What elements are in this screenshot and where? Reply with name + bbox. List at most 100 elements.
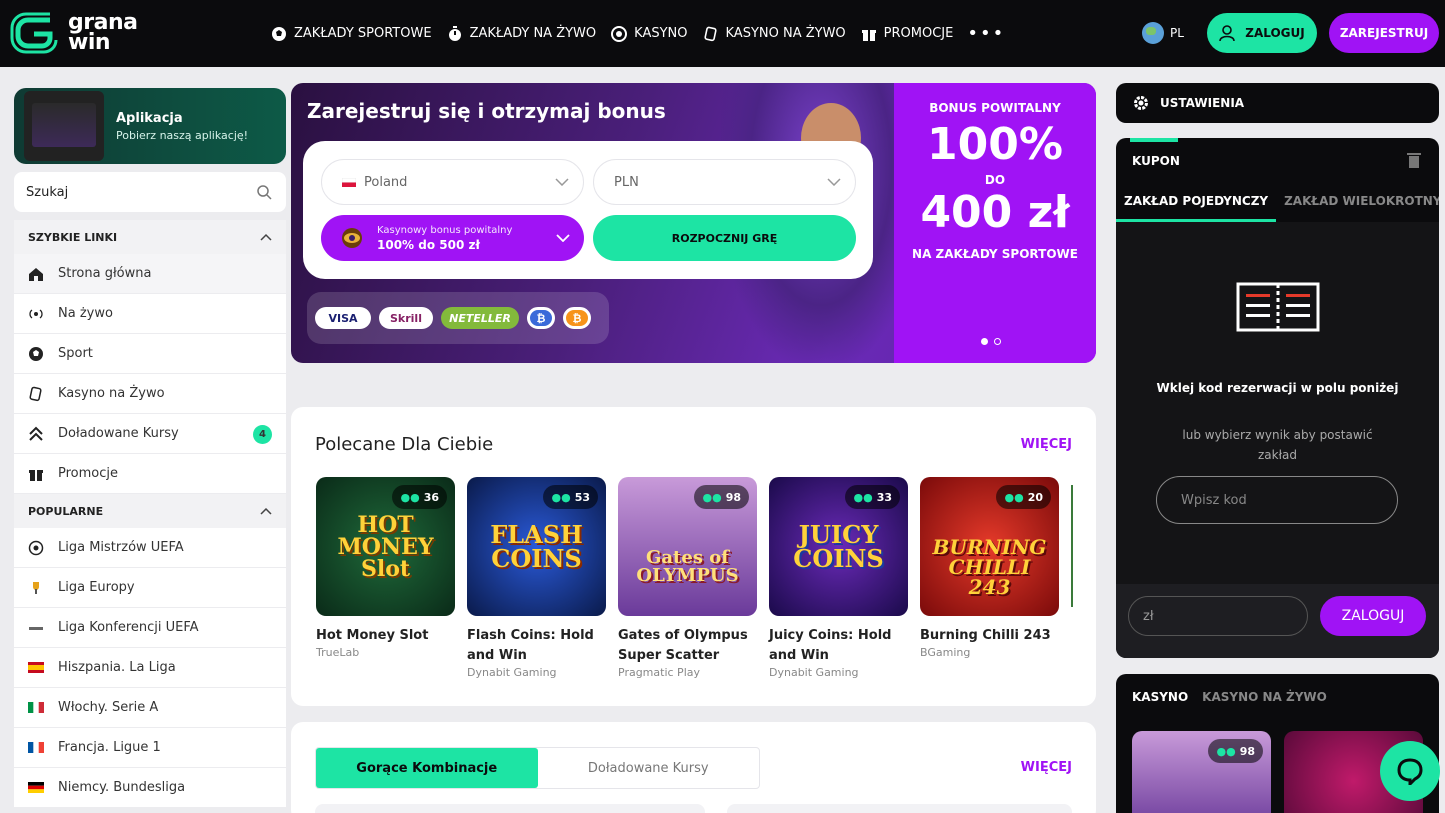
app-phone-image bbox=[24, 91, 104, 161]
start-game-button[interactable]: ROZPOCZNIJ GRĘ bbox=[593, 215, 856, 261]
nav-label: KASYNO bbox=[634, 26, 688, 41]
nav-promotions[interactable]: PROMOCJE bbox=[860, 25, 954, 43]
logo[interactable]: grana win bbox=[10, 10, 138, 56]
sidebar-item-label: Kasyno na Żywo bbox=[58, 386, 165, 401]
bonus-select[interactable]: Kasynowy bonus powitalny 100% do 500 zł bbox=[321, 215, 584, 261]
player-count: ●● 98 bbox=[1208, 739, 1263, 763]
carousel-dot[interactable] bbox=[994, 338, 1001, 345]
sidebar-item-home[interactable]: Strona główna bbox=[14, 254, 286, 294]
sidebar-item-boosted-odds[interactable]: Doładowane Kursy 4 bbox=[14, 414, 286, 454]
game-thumbnail[interactable]: ●● 33 JUICY COINS bbox=[769, 477, 908, 616]
nav-live-casino[interactable]: KASYNO NA ŻYWO bbox=[702, 25, 846, 43]
nav-casino[interactable]: KASYNO bbox=[610, 25, 688, 43]
quick-links-section: SZYBKIE LINKI Strona główna Na żywo Spor… bbox=[14, 220, 286, 808]
more-link[interactable]: WIĘCEJ bbox=[1021, 760, 1072, 775]
sidebar-item-sport[interactable]: Sport bbox=[14, 334, 286, 374]
tab-hot-combos[interactable]: Gorące Kombinacje bbox=[316, 748, 538, 788]
main-nav: ZAKŁADY SPORTOWE ZAKŁADY NA ŻYWO KASYNO … bbox=[270, 0, 1005, 67]
trash-icon[interactable] bbox=[1407, 152, 1421, 168]
game-thumbnail[interactable]: ●● 20 BURNING CHILLI 243 bbox=[920, 477, 1059, 616]
nav-label: PROMOCJE bbox=[883, 26, 954, 41]
sidebar-item-label: Liga Europy bbox=[58, 580, 135, 595]
neteller-logo: NETELLER bbox=[441, 307, 519, 329]
game-card[interactable]: ●● 98 Gates of OLYMPUS Gates of Olympus S… bbox=[618, 477, 757, 679]
chat-button[interactable] bbox=[1380, 741, 1440, 801]
settings-label: USTAWIENIA bbox=[1160, 96, 1245, 110]
country-select[interactable]: Poland bbox=[321, 159, 584, 205]
nav-live-betting[interactable]: ZAKŁADY NA ŻYWO bbox=[446, 25, 597, 43]
more-link[interactable]: WIĘCEJ bbox=[1021, 437, 1072, 452]
register-button[interactable]: ZAREJESTRUJ bbox=[1329, 13, 1439, 53]
game-art-text: FLASH COINS bbox=[490, 519, 583, 573]
sidebar-item-conference-league[interactable]: Liga Konferencji UEFA bbox=[14, 608, 286, 648]
search-icon[interactable] bbox=[256, 184, 272, 200]
carousel-dot[interactable] bbox=[981, 338, 988, 345]
top-bar: grana win ZAKŁADY SPORTOWE ZAKŁADY NA ŻY… bbox=[0, 0, 1445, 67]
players-icon: ●● bbox=[702, 490, 722, 504]
chevron-down-icon bbox=[556, 234, 570, 242]
combo-card[interactable] bbox=[315, 804, 705, 813]
settings-button[interactable]: USTAWIENIA bbox=[1116, 83, 1439, 123]
gear-icon bbox=[1134, 96, 1148, 110]
sidebar-item-live[interactable]: Na żywo bbox=[14, 294, 286, 334]
game-card[interactable]: ●● 53 FLASH COINS Flash Coins: Hold and W… bbox=[467, 477, 606, 679]
game-thumbnail[interactable]: ●● 36 HOT MONEY Slot bbox=[316, 477, 455, 616]
nav-sports-betting[interactable]: ZAKŁADY SPORTOWE bbox=[270, 25, 432, 43]
booking-code-input[interactable]: Wpisz kod bbox=[1156, 476, 1398, 524]
bonus-amount: 400 zł bbox=[920, 187, 1070, 238]
bonus-percent: 100% bbox=[927, 119, 1063, 170]
search-input[interactable]: Szukaj bbox=[26, 185, 68, 200]
sidebar-item-label: Liga Konferencji UEFA bbox=[58, 620, 199, 635]
tab-live-casino[interactable]: KASYNO NA ŻYWO bbox=[1202, 690, 1327, 704]
currency-select[interactable]: PLN bbox=[593, 159, 856, 205]
chat-bubble-icon bbox=[1397, 758, 1423, 785]
game-card[interactable]: ●● 36 HOT MONEY Slot Hot Money Slot TrueL… bbox=[316, 477, 455, 659]
language-selector[interactable]: PL bbox=[1142, 22, 1184, 44]
sidebar-item-live-casino[interactable]: Kasyno na Żywo bbox=[14, 374, 286, 414]
tab-single-bet[interactable]: ZAKŁAD POJEDYNCZY bbox=[1116, 188, 1277, 222]
sidebar-item-champions-league[interactable]: Liga Mistrzów UEFA bbox=[14, 528, 286, 568]
user-icon bbox=[1219, 25, 1236, 42]
popular-header[interactable]: POPULARNE bbox=[14, 494, 286, 528]
quick-links-header[interactable]: SZYBKIE LINKI bbox=[14, 220, 286, 254]
game-thumbnail[interactable]: ●● 53 FLASH COINS bbox=[467, 477, 606, 616]
chevron-up-icon[interactable] bbox=[260, 507, 272, 515]
bonus-eye-icon bbox=[342, 228, 362, 248]
more-menu-icon[interactable]: ••• bbox=[967, 24, 1005, 43]
game-provider: BGaming bbox=[920, 646, 971, 659]
combo-card[interactable] bbox=[727, 804, 1072, 813]
coupon-login-button[interactable]: ZALOGUJ bbox=[1320, 596, 1426, 636]
app-download-card[interactable]: Aplikacja Pobierz naszą aplikację! bbox=[14, 88, 286, 164]
coupon-accent-bar bbox=[1130, 138, 1178, 142]
sidebar-item-ligue-1[interactable]: Francja. Ligue 1 bbox=[14, 728, 286, 768]
game-card[interactable]: ●● 20 BURNING CHILLI 243 Burning Chilli 2… bbox=[920, 477, 1059, 659]
payment-methods: VISA Skrill NETELLER ₿ ₿ bbox=[307, 292, 609, 344]
search-box[interactable]: Szukaj bbox=[14, 172, 286, 212]
login-button[interactable]: ZALOGUJ bbox=[1207, 13, 1317, 53]
nav-label: ZAKŁADY NA ŻYWO bbox=[469, 26, 597, 41]
game-art-text: JUICY COINS bbox=[793, 519, 884, 573]
sidebar-item-serie-a[interactable]: Włochy. Serie A bbox=[14, 688, 286, 728]
bonus-line2: 100% do 500 zł bbox=[377, 237, 480, 252]
game-card[interactable]: ●● 33 JUICY COINS Juicy Coins: Hold and W… bbox=[769, 477, 908, 679]
gift-icon bbox=[860, 25, 878, 43]
welcome-bonus-panel[interactable]: BONUS POWITALNY 100% DO 400 zł NA ZAKŁAD… bbox=[894, 83, 1096, 363]
sidebar-item-label: Promocje bbox=[58, 466, 118, 481]
player-count: ●● 98 bbox=[694, 485, 749, 509]
game-thumbnail[interactable]: ●● 98 Gates of OLYMPUS bbox=[618, 477, 757, 616]
game-thumbnail[interactable]: ●● 98 bbox=[1132, 731, 1271, 813]
sidebar-item-europa-league[interactable]: Liga Europy bbox=[14, 568, 286, 608]
tab-casino[interactable]: KASYNO bbox=[1132, 690, 1188, 704]
stake-input[interactable]: zł bbox=[1128, 596, 1308, 636]
sidebar-item-bundesliga[interactable]: Niemcy. Bundesliga bbox=[14, 768, 286, 808]
france-flag-icon bbox=[28, 742, 44, 753]
visa-mastercard-logo: VISA bbox=[315, 307, 371, 329]
tab-multi-bet[interactable]: ZAKŁAD WIELOKROTNY bbox=[1276, 188, 1439, 222]
sidebar-item-promotions[interactable]: Promocje bbox=[14, 454, 286, 494]
tab-boosted-odds[interactable]: Doładowane Kursy bbox=[538, 748, 760, 788]
sidebar-item-la-liga[interactable]: Hiszpania. La Liga bbox=[14, 648, 286, 688]
chevron-up-icon[interactable] bbox=[260, 233, 272, 241]
hero-title: Zarejestruj się i otrzymaj bonus bbox=[307, 99, 666, 123]
game-art-text: HOT MONEY Slot bbox=[337, 511, 434, 582]
game-provider: Dynabit Gaming bbox=[467, 666, 557, 679]
